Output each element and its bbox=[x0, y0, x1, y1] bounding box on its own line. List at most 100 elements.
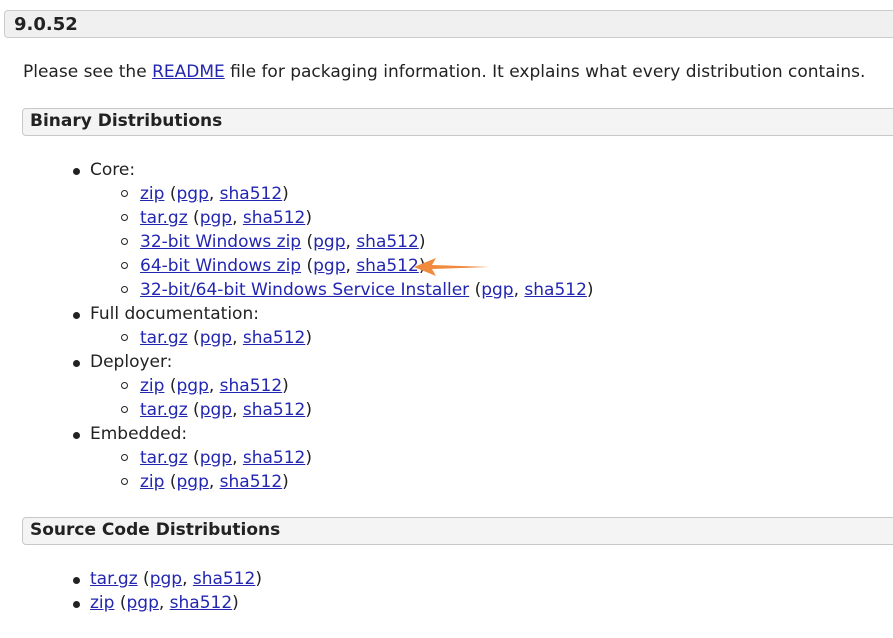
paren-open: ( bbox=[301, 232, 314, 252]
bullet-disc-icon bbox=[73, 601, 80, 608]
comma: , bbox=[208, 184, 220, 204]
paren-close: ) bbox=[305, 328, 313, 348]
intro-suffix: file for packaging information. It expla… bbox=[224, 62, 866, 82]
download-link[interactable]: tar.gz bbox=[140, 448, 188, 468]
download-link[interactable]: tar.gz bbox=[90, 569, 138, 589]
bullet-circle-icon bbox=[121, 478, 128, 485]
paren-open: ( bbox=[164, 184, 177, 204]
pgp-link[interactable]: pgp bbox=[126, 593, 158, 613]
bullet-circle-icon bbox=[121, 454, 128, 461]
download-link[interactable]: zip bbox=[140, 472, 164, 492]
paren-close: ) bbox=[282, 472, 289, 492]
download-link[interactable]: zip bbox=[90, 593, 114, 613]
bullet-circle-icon bbox=[121, 190, 128, 197]
bullet-circle-icon bbox=[121, 334, 128, 341]
paren-open: ( bbox=[137, 569, 150, 589]
group-label: Deployer: bbox=[90, 352, 173, 372]
binary-distributions-header: Binary Distributions bbox=[22, 108, 893, 136]
bullet-disc-icon bbox=[73, 168, 80, 175]
pgp-link[interactable]: pgp bbox=[200, 400, 232, 420]
bullet-circle-icon bbox=[121, 406, 128, 413]
paren-open: ( bbox=[301, 256, 314, 276]
bullet-circle-icon bbox=[121, 286, 128, 293]
download-link[interactable]: tar.gz bbox=[140, 400, 188, 420]
comma: , bbox=[208, 376, 220, 396]
paren-close: ) bbox=[232, 593, 239, 613]
pgp-link[interactable]: pgp bbox=[313, 232, 345, 252]
pgp-link[interactable]: pgp bbox=[481, 280, 513, 300]
comma: , bbox=[158, 593, 170, 613]
paren-close: ) bbox=[282, 376, 289, 396]
binary-distributions-title: Binary Distributions bbox=[30, 111, 223, 131]
bullet-circle-icon bbox=[121, 262, 128, 269]
paren-close: ) bbox=[305, 448, 313, 468]
pgp-link[interactable]: pgp bbox=[176, 472, 208, 492]
sha512-link[interactable]: sha512 bbox=[193, 569, 256, 589]
paren-open: ( bbox=[187, 400, 200, 420]
pgp-link[interactable]: pgp bbox=[176, 376, 208, 396]
paren-open: ( bbox=[164, 376, 177, 396]
download-link[interactable]: zip bbox=[140, 184, 164, 204]
paren-open: ( bbox=[187, 448, 200, 468]
comma: , bbox=[232, 448, 243, 468]
comma: , bbox=[232, 208, 243, 228]
sha512-link[interactable]: sha512 bbox=[524, 280, 587, 300]
comma: , bbox=[182, 569, 193, 589]
version-title: 9.0.52 bbox=[14, 14, 78, 35]
bullet-disc-icon bbox=[73, 577, 80, 584]
pgp-link[interactable]: pgp bbox=[313, 256, 345, 276]
pgp-link[interactable]: pgp bbox=[200, 448, 232, 468]
sha512-link[interactable]: sha512 bbox=[170, 593, 233, 613]
comma: , bbox=[208, 472, 220, 492]
download-link[interactable]: 32-bit Windows zip bbox=[140, 232, 301, 252]
sha512-link[interactable]: sha512 bbox=[356, 232, 419, 252]
download-link[interactable]: 32-bit/64-bit Windows Service Installer bbox=[140, 280, 469, 300]
sha512-link[interactable]: sha512 bbox=[220, 376, 283, 396]
paren-close: ) bbox=[305, 208, 313, 228]
group-label: Core: bbox=[90, 160, 136, 180]
intro-prefix: Please see the bbox=[23, 62, 153, 82]
comma: , bbox=[345, 232, 357, 252]
paren-open: ( bbox=[187, 208, 200, 228]
arrow-left-icon bbox=[414, 258, 490, 276]
sha512-link[interactable]: sha512 bbox=[220, 184, 283, 204]
paren-close: ) bbox=[282, 184, 289, 204]
paren-close: ) bbox=[586, 280, 594, 300]
pgp-link[interactable]: pgp bbox=[200, 208, 232, 228]
bullet-circle-icon bbox=[121, 214, 128, 221]
paren-open: ( bbox=[469, 280, 482, 300]
sha512-link[interactable]: sha512 bbox=[243, 448, 306, 468]
bullet-disc-icon bbox=[73, 360, 80, 367]
download-link-64bit-windows-zip[interactable]: 64-bit Windows zip bbox=[140, 256, 301, 276]
version-header: 9.0.52 bbox=[4, 10, 893, 38]
sha512-link[interactable]: sha512 bbox=[356, 256, 419, 276]
intro-paragraph: Please see the README file for packaging… bbox=[23, 62, 865, 82]
readme-link[interactable]: README bbox=[152, 62, 225, 82]
pgp-link[interactable]: pgp bbox=[200, 328, 232, 348]
download-link[interactable]: zip bbox=[140, 376, 164, 396]
group-label: Full documentation: bbox=[90, 304, 259, 324]
paren-open: ( bbox=[114, 593, 127, 613]
sha512-link[interactable]: sha512 bbox=[220, 472, 283, 492]
bullet-disc-icon bbox=[73, 432, 80, 439]
sha512-link[interactable]: sha512 bbox=[243, 400, 306, 420]
group-label: Embedded: bbox=[90, 424, 188, 444]
bullet-disc-icon bbox=[73, 312, 80, 319]
bullet-circle-icon bbox=[121, 238, 128, 245]
sha512-link[interactable]: sha512 bbox=[243, 208, 306, 228]
pgp-link[interactable]: pgp bbox=[150, 569, 182, 589]
source-distributions-title: Source Code Distributions bbox=[30, 520, 281, 540]
download-link[interactable]: tar.gz bbox=[140, 208, 188, 228]
sha512-link[interactable]: sha512 bbox=[243, 328, 306, 348]
comma: , bbox=[513, 280, 525, 300]
download-link[interactable]: tar.gz bbox=[140, 328, 188, 348]
paren-close: ) bbox=[305, 400, 313, 420]
paren-close: ) bbox=[418, 232, 426, 252]
source-distributions-header: Source Code Distributions bbox=[22, 517, 893, 545]
pgp-link[interactable]: pgp bbox=[176, 184, 208, 204]
comma: , bbox=[232, 328, 243, 348]
paren-close: ) bbox=[255, 569, 263, 589]
comma: , bbox=[232, 400, 243, 420]
bullet-circle-icon bbox=[121, 382, 128, 389]
paren-open: ( bbox=[164, 472, 177, 492]
